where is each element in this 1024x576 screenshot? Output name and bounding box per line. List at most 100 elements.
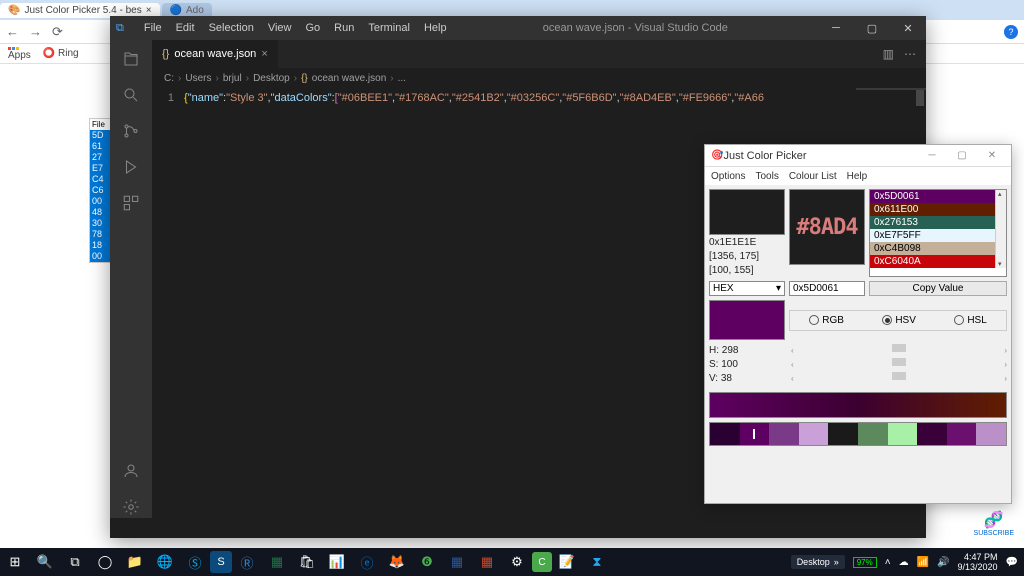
list-item[interactable]: E7 (90, 163, 112, 174)
breadcrumb[interactable]: C:› Users› brjul› Desktop› {} ocean wave… (152, 68, 926, 88)
search-icon[interactable] (120, 84, 142, 106)
list-item[interactable]: 5D (90, 130, 112, 141)
list-item[interactable]: 61 (90, 141, 112, 152)
v-slider[interactable]: ‹› (791, 372, 1007, 386)
menu-help[interactable]: Help (847, 171, 868, 182)
copy-value-button[interactable]: Copy Value (869, 281, 1007, 296)
profile-avatar[interactable]: ? (1004, 25, 1018, 39)
radio-hsl[interactable]: HSL (954, 315, 986, 326)
palette-swatch[interactable] (740, 423, 770, 445)
settings-gear-icon[interactable] (120, 496, 142, 518)
radio-hsv[interactable]: HSV (882, 315, 916, 326)
close-tab-icon[interactable]: × (261, 48, 267, 60)
menu-run[interactable]: Run (328, 20, 360, 36)
bookmark-ring[interactable]: ⭕ Ring (43, 48, 79, 59)
palette-swatch[interactable] (888, 423, 918, 445)
color-list[interactable]: 0x5D00610x611E000x2761530xE7F5FF0xC4B098… (869, 189, 1007, 277)
format-select[interactable]: HEX▾ (709, 281, 785, 296)
back-icon[interactable]: ← (6, 24, 19, 39)
maximize-icon[interactable]: ▢ (854, 16, 890, 40)
word-icon[interactable]: ▦ (442, 548, 472, 576)
run-debug-icon[interactable] (120, 156, 142, 178)
color-list-row[interactable]: 0xC6040A (870, 255, 995, 268)
maximize-icon[interactable]: ▢ (949, 150, 975, 161)
editor-tab[interactable]: {} ocean wave.json × (152, 40, 278, 68)
subscribe-badge[interactable]: 🧬 SUBSCRIBE (974, 510, 1014, 537)
minimize-icon[interactable]: ─ (818, 16, 854, 40)
code-line[interactable]: {"name":"Style 3","dataColors":["#06BEE1… (184, 88, 764, 518)
source-control-icon[interactable] (120, 120, 142, 142)
menu-file[interactable]: File (138, 20, 168, 36)
menu-selection[interactable]: Selection (203, 20, 260, 36)
minimize-icon[interactable]: ─ (919, 150, 945, 161)
chrome-icon[interactable]: 🌐 (150, 548, 180, 576)
menu-colour-list[interactable]: Colour List (789, 171, 837, 182)
color-list-row[interactable]: 0x611E00 (870, 203, 995, 216)
palette-swatch[interactable] (858, 423, 888, 445)
extensions-icon[interactable] (120, 192, 142, 214)
color-list-row[interactable]: 0xC4B098 (870, 242, 995, 255)
store-icon[interactable]: 🛍 (292, 548, 322, 576)
desktop-toolbar[interactable]: Desktop » (791, 555, 845, 569)
picker-titlebar[interactable]: 🎯 Just Color Picker ─ ▢ ✕ (705, 145, 1011, 167)
list-item[interactable]: C4 (90, 174, 112, 185)
system-clock[interactable]: 4:47 PM 9/13/2020 (958, 552, 998, 572)
camtasia-icon[interactable]: C (532, 552, 552, 572)
color-list-row[interactable]: 0x5D0061 (870, 190, 995, 203)
forward-icon[interactable]: → (29, 24, 42, 39)
palette-swatch[interactable] (799, 423, 829, 445)
list-item[interactable]: 18 (90, 240, 112, 251)
excel-icon[interactable]: ▦ (262, 548, 292, 576)
start-button[interactable]: ⊞ (0, 548, 30, 576)
vscode-taskbar-icon[interactable]: ⧗ (582, 548, 612, 576)
list-item[interactable]: 78 (90, 229, 112, 240)
list-item[interactable]: C6 (90, 185, 112, 196)
radio-rgb[interactable]: RGB (809, 315, 844, 326)
hex-value-input[interactable]: 0x5D0061 (789, 281, 865, 296)
explorer-icon[interactable]: 📁 (120, 548, 150, 576)
onedrive-icon[interactable]: ☁ (899, 557, 909, 568)
menu-help[interactable]: Help (418, 20, 453, 36)
dragon-icon[interactable]: ❻ (412, 548, 442, 576)
cortana-icon[interactable]: ◯ (90, 548, 120, 576)
reload-icon[interactable]: ⟳ (52, 24, 63, 40)
palette-swatch[interactable] (710, 423, 740, 445)
powerpoint-icon[interactable]: ▦ (472, 548, 502, 576)
powerbi-icon[interactable]: 📊 (322, 548, 352, 576)
snagit-icon[interactable]: S (210, 551, 232, 573)
menu-options[interactable]: Options (711, 171, 745, 182)
list-item[interactable]: 48 (90, 207, 112, 218)
edge-icon[interactable]: ⓔ (352, 548, 382, 576)
list-item[interactable]: 00 (90, 196, 112, 207)
apps-button[interactable]: Apps (8, 47, 31, 61)
more-icon[interactable]: ⋯ (904, 47, 916, 61)
list-scrollbar[interactable] (995, 190, 1006, 268)
menu-terminal[interactable]: Terminal (362, 20, 416, 36)
account-icon[interactable] (120, 460, 142, 482)
menu-view[interactable]: View (262, 20, 298, 36)
search-icon[interactable]: 🔍 (30, 548, 60, 576)
palette-swatch[interactable] (976, 423, 1006, 445)
settings-icon[interactable]: ⚙ (502, 548, 532, 576)
volume-icon[interactable]: 🔊 (937, 557, 949, 568)
tray-chevron-icon[interactable]: ˄ (885, 557, 891, 568)
close-icon[interactable]: ✕ (979, 150, 1005, 161)
gradient-strip[interactable] (709, 392, 1007, 418)
color-list-row[interactable]: 0xE7F5FF (870, 229, 995, 242)
task-view-icon[interactable]: ⧉ (60, 548, 90, 576)
color-list-row[interactable]: 0x276153 (870, 216, 995, 229)
list-item[interactable]: 00 (90, 251, 112, 262)
app-r-icon[interactable]: Ⓡ (232, 548, 262, 576)
split-editor-icon[interactable]: ▥ (883, 47, 894, 61)
battery-indicator[interactable]: 97% (853, 557, 877, 568)
notepad-icon[interactable]: 📝 (552, 548, 582, 576)
menu-tools[interactable]: Tools (755, 171, 778, 182)
list-item[interactable]: 30 (90, 218, 112, 229)
s-slider[interactable]: ‹› (791, 358, 1007, 372)
menu-go[interactable]: Go (299, 20, 326, 36)
network-icon[interactable]: 📶 (917, 557, 929, 568)
close-icon[interactable]: × (146, 5, 152, 16)
palette-swatch[interactable] (917, 423, 947, 445)
palette-swatch[interactable] (828, 423, 858, 445)
skype-icon[interactable]: Ⓢ (180, 548, 210, 576)
